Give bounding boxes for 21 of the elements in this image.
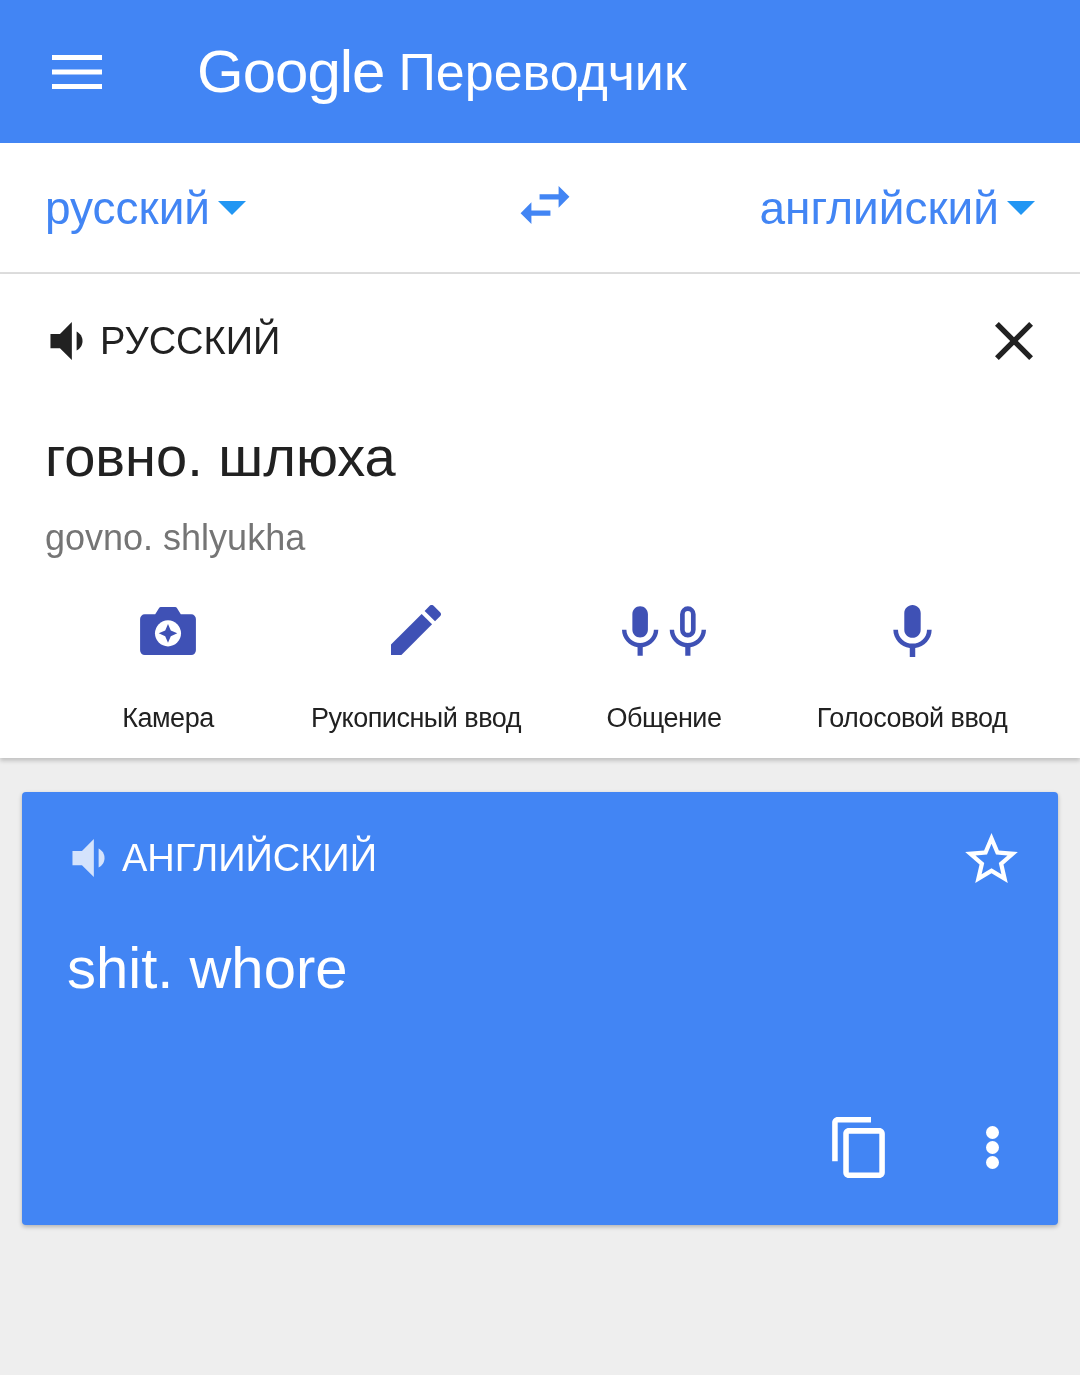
pen-icon <box>390 605 442 655</box>
star-icon[interactable] <box>965 833 1018 883</box>
transliteration-text: govno. shlyukha <box>45 516 306 559</box>
input-tool-button[interactable]: Общение <box>606 605 722 735</box>
source-text[interactable]: говно. шлюха <box>45 423 396 490</box>
copy-icon[interactable] <box>832 1117 885 1178</box>
close-icon[interactable] <box>995 322 1033 360</box>
logo-text: Google <box>197 41 385 102</box>
input-tool-button[interactable]: Голосовой ввод <box>816 605 1008 735</box>
two-microphones-icon <box>622 605 706 657</box>
camera-icon <box>140 605 196 655</box>
swap-icon[interactable] <box>520 185 570 224</box>
input-tool-button[interactable]: Камера <box>122 605 214 735</box>
caret-icon <box>1007 200 1035 215</box>
microphone-icon <box>891 605 933 657</box>
input-tool-button[interactable]: Рукописный ввод <box>311 605 521 735</box>
more-options-icon[interactable] <box>985 1125 1000 1170</box>
caret-icon <box>218 200 247 215</box>
menu-icon[interactable] <box>52 54 102 89</box>
translation-text: shit. whore <box>67 934 348 1002</box>
target-language-selector[interactable]: английский <box>759 184 1035 231</box>
